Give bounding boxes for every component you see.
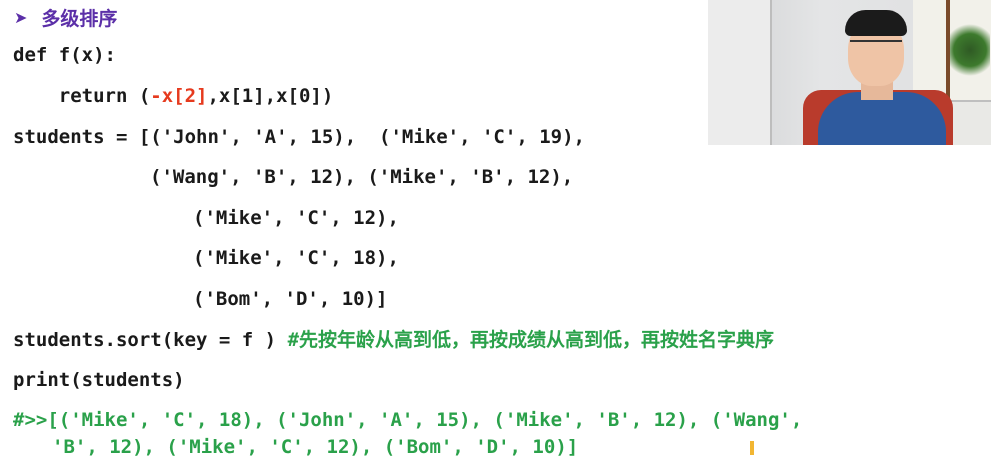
output-line-1: #>>[('Mike', 'C', 18), ('John', 'A', 15)… (13, 409, 803, 431)
code-line-tuples-1: ('Wang', 'B', 12), ('Mike', 'B', 12), (150, 166, 574, 188)
code-line-return: return (-x[2],x[1],x[0]) (13, 83, 334, 109)
code-line-print: print(students) (13, 369, 185, 391)
sort-comment: #先按年龄从高到低，再按成绩从高到低，再按姓名字典序 (287, 329, 775, 351)
code-line-sort: students.sort(key = f ) #先按年龄从高到低，再按成绩从高… (13, 327, 774, 353)
code-line-tuples-2: ('Mike', 'C', 12), (193, 207, 399, 229)
return-rest: ,x[1],x[0]) (207, 85, 334, 107)
code-line-students: students = [('John', 'A', 15), ('Mike', … (13, 126, 585, 148)
text-cursor (750, 441, 754, 455)
presenter-hair (845, 10, 907, 36)
webcam-video (708, 0, 991, 145)
slide-heading: ➤ 多级排序 (14, 4, 117, 30)
output-line-2: 'B', 12), ('Mike', 'C', 12), ('Bom', 'D'… (52, 436, 579, 458)
heading-title: 多级排序 (41, 7, 118, 30)
return-keyword: return ( (13, 85, 151, 107)
code-line-tuples-4: ('Bom', 'D', 10)] (193, 288, 388, 310)
return-highlight: -x[2] (150, 85, 208, 107)
code-line-def: def f(x): (13, 44, 116, 66)
webcam-door (708, 0, 772, 145)
webcam-plant (950, 20, 990, 80)
code-line-tuples-3: ('Mike', 'C', 18), (193, 247, 399, 269)
presenter-glasses (850, 40, 902, 54)
sort-call: students.sort(key = f ) (13, 329, 277, 351)
bullet-arrow-icon: ➤ (14, 7, 28, 27)
